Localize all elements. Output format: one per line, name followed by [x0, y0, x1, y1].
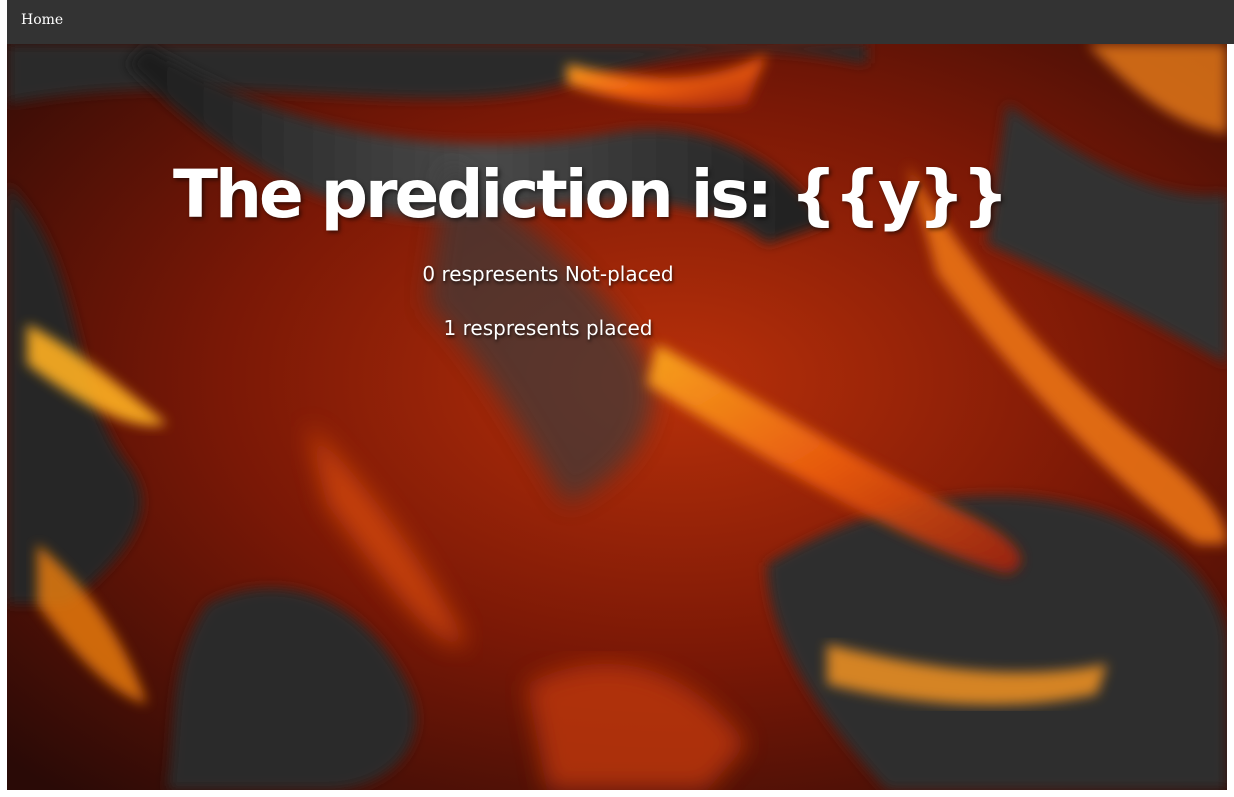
- prediction-headline: The prediction is: {{y}}: [173, 156, 1009, 233]
- hero-section: The prediction is: {{y}} 0 respresents N…: [7, 44, 1227, 790]
- nav-home-link[interactable]: Home: [21, 12, 63, 28]
- page: Home The prediction is: {{y}} 0 resprese…: [7, 0, 1234, 790]
- legend-not-placed: 0 respresents Not-placed: [422, 262, 674, 286]
- top-navbar: Home: [7, 0, 1234, 44]
- legend-placed: 1 respresents placed: [443, 316, 653, 340]
